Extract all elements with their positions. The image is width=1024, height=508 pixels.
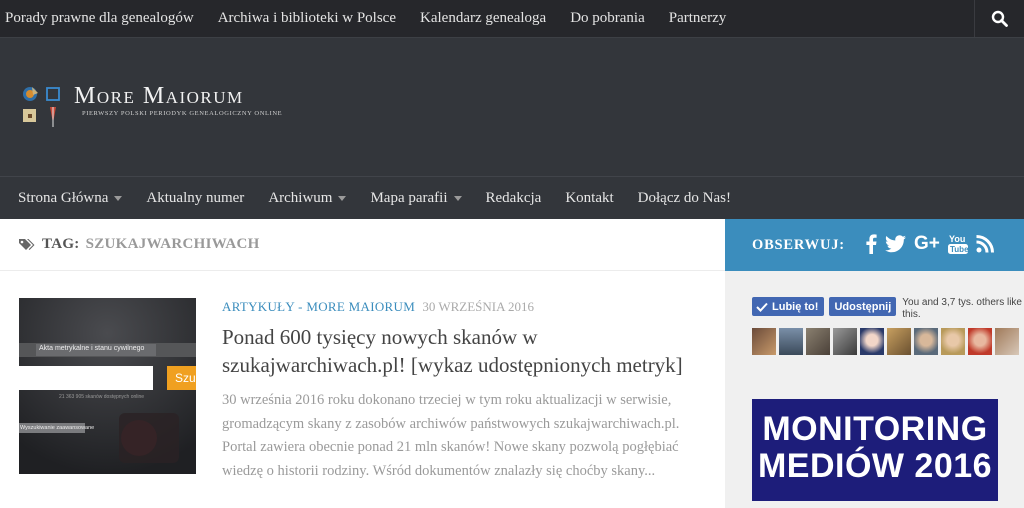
avatar[interactable] xyxy=(887,328,911,355)
logo-subtitle: Pierwszy polski periodyk genealogiczny o… xyxy=(82,110,283,117)
facebook-icon[interactable] xyxy=(865,234,877,254)
check-icon xyxy=(756,302,768,312)
post-thumbnail[interactable]: Akta metrykalne i stanu cywilnego Szu 21… xyxy=(19,298,196,474)
main-content: TAG: SZUKAJWARCHIWACH Akta metrykalne i … xyxy=(0,219,725,508)
main-nav: Strona Główna Aktualny numer Archiwum Mapa … xyxy=(0,176,1024,219)
caret-down-icon xyxy=(338,195,347,201)
thumb-search-button: Szu xyxy=(175,371,196,385)
post-date: 30 WRZEŚNIA 2016 xyxy=(422,299,535,314)
thumb-count-text: 21 363 905 skanów dostępnych online xyxy=(59,394,145,400)
fb-faces xyxy=(752,328,1022,355)
main-nav-item-6[interactable]: Dołącz do Nas! xyxy=(638,190,731,207)
banner-line-2: MEDIÓW 2016 xyxy=(757,447,993,485)
google-plus-icon[interactable]: G+ xyxy=(914,233,940,255)
main-nav-item-label: Aktualny numer xyxy=(146,189,245,206)
fb-like-label: Lubię to! xyxy=(772,300,819,313)
search-icon xyxy=(991,10,1008,27)
post-title-link[interactable]: Ponad 600 tysięcy nowych skanów w szukaj… xyxy=(222,323,712,379)
top-bar: Porady prawne dla genealogów Archiwa i b… xyxy=(0,0,1024,37)
main-nav-item-label: Strona Główna xyxy=(18,189,109,206)
fb-like-count-text: You and 3,7 tys. others like this. xyxy=(902,297,1022,320)
main-nav-item-4[interactable]: Redakcja xyxy=(486,190,542,207)
avatar[interactable] xyxy=(914,328,938,355)
top-link-calendar[interactable]: Kalendarz genealoga xyxy=(420,10,546,27)
main-nav-item-label: Dołącz do Nas! xyxy=(637,189,731,206)
main-nav-item-3[interactable]: Mapa parafii xyxy=(370,189,462,207)
top-link-archives[interactable]: Archiwa i biblioteki w Polsce xyxy=(218,10,396,27)
post-meta: ARTYKUŁY - MORE MAIORUM 30 WRZEŚNIA 2016 xyxy=(222,299,534,315)
top-nav: Porady prawne dla genealogów Archiwa i b… xyxy=(5,0,750,37)
banner-line-1: MONITORING xyxy=(762,410,988,448)
main-nav-item-label: Archiwum xyxy=(268,189,333,206)
post-category-link[interactable]: ARTYKUŁY - MORE MAIORUM xyxy=(222,299,415,314)
avatar[interactable] xyxy=(779,328,803,355)
fb-like-button[interactable]: Lubię to! xyxy=(752,297,825,316)
youtube-icon[interactable]: You Tube xyxy=(947,233,968,255)
main-nav-item-2[interactable]: Archiwum xyxy=(268,189,347,207)
top-link-legal-advice[interactable]: Porady prawne dla genealogów xyxy=(5,10,194,27)
avatar[interactable] xyxy=(860,328,884,355)
main-nav-item-0[interactable]: Strona Główna xyxy=(18,189,123,207)
post-excerpt: 30 września 2016 roku dokonano trzeciej … xyxy=(222,392,680,479)
twitter-icon[interactable] xyxy=(885,235,906,253)
tag-prefix: TAG: xyxy=(42,236,80,252)
tag-header: TAG: SZUKAJWARCHIWACH xyxy=(0,219,725,271)
thumb-advanced-label: Wyszukiwanie zaawansowane xyxy=(20,425,95,431)
main-nav-item-label: Kontakt xyxy=(565,189,614,206)
logo-mark-icon xyxy=(20,83,68,129)
site-logo[interactable]: More Maiorum Pierwszy polski periodyk ge… xyxy=(20,83,282,129)
main-nav-item-label: Mapa parafii xyxy=(370,189,448,206)
main-nav-item-5[interactable]: Kontakt xyxy=(565,190,613,207)
tags-icon xyxy=(19,238,35,250)
rss-icon[interactable] xyxy=(976,235,994,253)
main-nav-item-1[interactable]: Aktualny numer xyxy=(146,190,244,207)
facebook-like-widget: Lubię to! Udostępnij You and 3,7 tys. ot… xyxy=(752,297,1022,355)
site-header: More Maiorum Pierwszy polski periodyk ge… xyxy=(0,37,1024,176)
avatar[interactable] xyxy=(833,328,857,355)
search-button[interactable] xyxy=(974,0,1024,37)
avatar[interactable] xyxy=(752,328,776,355)
top-link-partners[interactable]: Partnerzy xyxy=(669,10,726,27)
avatar[interactable] xyxy=(995,328,1019,355)
main-nav-items: Strona Główna Aktualny numer Archiwum Mapa … xyxy=(18,177,755,219)
svg-text:You: You xyxy=(949,234,965,244)
logo-title: More Maiorum xyxy=(74,83,244,109)
caret-down-icon xyxy=(114,195,123,201)
main-nav-item-label: Redakcja xyxy=(485,189,542,206)
top-link-downloads[interactable]: Do pobrania xyxy=(570,10,645,27)
fb-share-button[interactable]: Udostępnij xyxy=(829,297,897,316)
sidebar: OBSERWUJ: G+ You Tube Lubię to! Udostępn… xyxy=(725,219,1024,508)
thumb-tab-label: Akta metrykalne i stanu cywilnego xyxy=(39,345,145,352)
svg-text:Tube: Tube xyxy=(950,245,968,254)
avatar[interactable] xyxy=(968,328,992,355)
caret-down-icon xyxy=(453,195,462,201)
follow-bar: OBSERWUJ: G+ You Tube xyxy=(725,219,1024,271)
avatar[interactable] xyxy=(941,328,965,355)
tag-name: SZUKAJWARCHIWACH xyxy=(85,236,260,252)
monitoring-banner[interactable]: MONITORING MEDIÓW 2016 xyxy=(752,399,998,501)
avatar[interactable] xyxy=(806,328,830,355)
follow-label: OBSERWUJ: xyxy=(752,237,845,253)
